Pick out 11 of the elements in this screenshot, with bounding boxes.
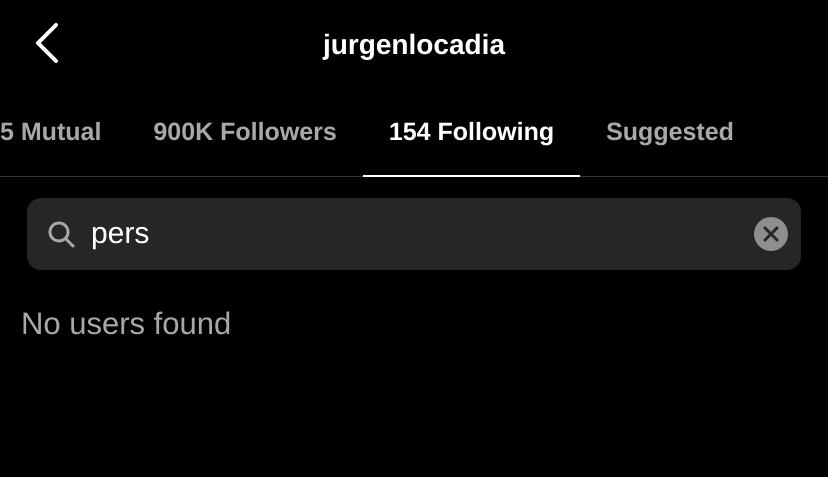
empty-message: No users found <box>20 305 232 342</box>
search-icon <box>47 220 75 248</box>
tab[interactable]: Suggested <box>580 90 760 177</box>
tab[interactable]: 154 Following <box>362 90 580 177</box>
search-query: pers <box>91 217 150 251</box>
tab[interactable]: 5 Mutual <box>0 90 128 177</box>
back-icon[interactable] <box>34 22 60 64</box>
clear-icon[interactable] <box>754 217 788 251</box>
search-field[interactable]: pers <box>27 198 801 270</box>
tab[interactable]: 900K Followers <box>127 90 363 177</box>
profile-username: jurgenlocadia <box>322 29 506 61</box>
